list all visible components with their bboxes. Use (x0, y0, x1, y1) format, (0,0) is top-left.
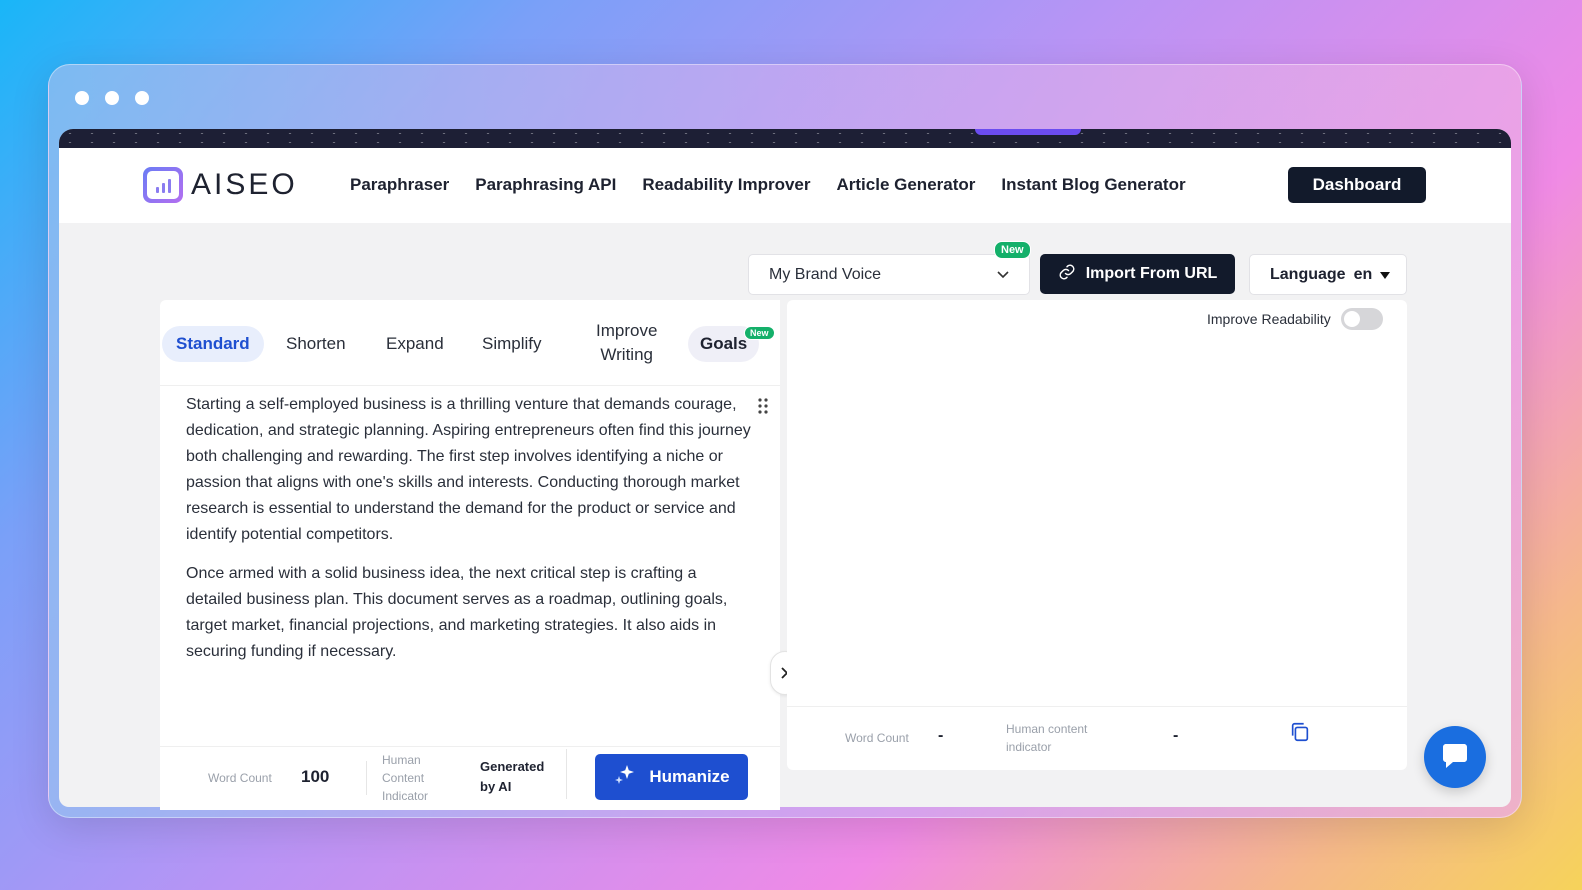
input-panel: Standard Shorten Expand Simplify Improve… (160, 300, 780, 810)
tab-improve-line1: Improve (596, 321, 658, 340)
language-label: Language (1270, 265, 1346, 283)
word-count-value: 100 (301, 767, 330, 786)
chat-icon (1443, 744, 1467, 768)
import-from-url-button[interactable]: Import From URL (1040, 254, 1235, 294)
language-value: en (1353, 265, 1373, 283)
human-content-indicator-label: Human Content Indicator (382, 753, 429, 803)
brand-voice-select[interactable]: My Brand Voice (748, 254, 1030, 295)
humanize-label: Humanize (649, 767, 730, 786)
output-word-count-label: Word Count (845, 731, 909, 745)
sparkle-icon (613, 763, 637, 792)
divider (366, 761, 367, 795)
language-select[interactable]: Language en (1249, 254, 1407, 295)
brand-voice-value: My Brand Voice (769, 265, 882, 283)
tab-improve-writing[interactable]: Improve Writing (596, 319, 657, 367)
input-footer: Word Count 100 Human Content Indicator G… (160, 746, 780, 810)
goals-new-badge: New (744, 326, 775, 340)
input-paragraph: Once armed with a solid business idea, t… (186, 565, 728, 660)
drag-handle-icon[interactable] (758, 398, 768, 419)
input-paragraph: Starting a self-employed business is a t… (186, 396, 751, 543)
new-badge: New (994, 241, 1031, 259)
improve-readability-label: Improve Readability (1207, 311, 1331, 327)
chevron-down-icon (997, 268, 1009, 282)
generated-by-ai-status: Generated by AI (480, 759, 545, 794)
chat-widget-button[interactable] (1424, 726, 1486, 788)
output-panel: Improve Readability Word Count - Human c… (787, 300, 1407, 770)
word-count-label: Word Count (208, 771, 272, 785)
tab-standard[interactable]: Standard (162, 326, 264, 362)
output-human-content-indicator-label: Human content indicator (1006, 722, 1088, 754)
output-word-count-value: - (938, 727, 944, 744)
input-text-editor[interactable]: Starting a self-employed business is a t… (186, 392, 756, 678)
link-icon (1058, 263, 1076, 286)
output-human-indicator-value: - (1173, 727, 1179, 744)
caret-down-icon (1380, 266, 1391, 284)
tab-simplify[interactable]: Simplify (482, 332, 542, 356)
humanize-button[interactable]: Humanize (595, 754, 748, 800)
tab-expand[interactable]: Expand (386, 332, 444, 356)
tab-shorten[interactable]: Shorten (286, 332, 346, 356)
improve-readability-toggle[interactable] (1340, 308, 1383, 330)
main-content: My Brand Voice New Import From URL Langu… (58, 64, 1510, 810)
copy-icon[interactable] (1289, 721, 1311, 748)
mode-tabs: Standard Shorten Expand Simplify Improve… (160, 300, 780, 386)
output-footer: Word Count - Human content indicator - (787, 706, 1407, 770)
tab-improve-line2: Writing (600, 345, 653, 364)
divider (566, 749, 567, 799)
improve-readability-control: Improve Readability (1207, 308, 1383, 330)
import-label: Import From URL (1085, 265, 1218, 282)
